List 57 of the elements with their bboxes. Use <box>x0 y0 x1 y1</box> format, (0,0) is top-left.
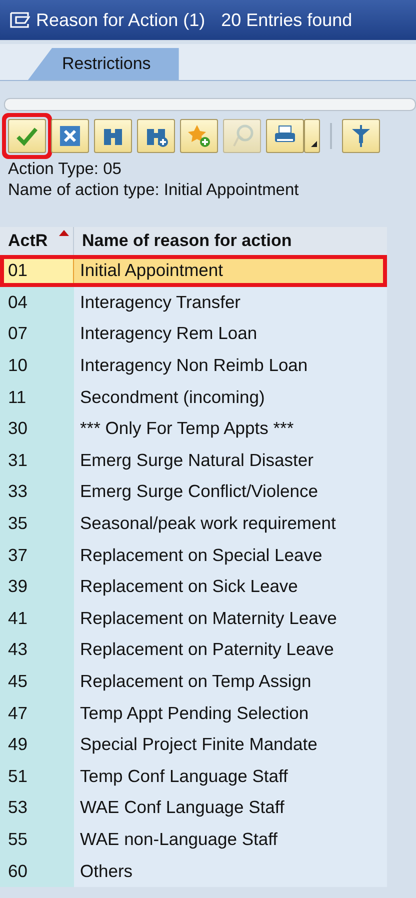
table-cell[interactable]: Temp Appt Pending Selection <box>74 697 387 729</box>
table-cell[interactable]: 47 <box>0 697 74 729</box>
window-icon <box>10 12 30 28</box>
table-cell[interactable]: Interagency Non Reimb Loan <box>74 350 387 382</box>
toolbar-button[interactable] <box>266 119 304 153</box>
table-cell[interactable]: 11 <box>0 381 74 413</box>
toolbar-button[interactable] <box>137 119 175 153</box>
table-cell[interactable]: 37 <box>0 539 74 571</box>
table-cell[interactable]: WAE Conf Language Staff <box>74 792 387 824</box>
table-cell[interactable]: Special Project Finite Mandate <box>74 728 387 760</box>
table-cell[interactable]: Interagency Rem Loan <box>74 318 387 350</box>
table-cell[interactable]: Replacement on Maternity Leave <box>74 602 387 634</box>
table-cell[interactable]: 45 <box>0 666 74 698</box>
table-cell[interactable]: 41 <box>0 602 74 634</box>
table-cell[interactable]: Others <box>74 855 387 887</box>
table-cell[interactable]: *** Only For Temp Appts *** <box>74 412 387 445</box>
table-cell[interactable]: 51 <box>0 760 74 792</box>
table-cell[interactable]: 60 <box>0 855 74 887</box>
table-cell[interactable]: 43 <box>0 634 74 666</box>
toolbar-button[interactable] <box>180 119 218 153</box>
table-cell[interactable]: 10 <box>0 350 74 382</box>
table-cell[interactable]: WAE non-Language Staff <box>74 824 387 856</box>
column-header[interactable]: ActR <box>0 227 74 255</box>
table-cell[interactable]: 39 <box>0 570 74 603</box>
table-cell[interactable]: 31 <box>0 444 74 476</box>
table-cell[interactable]: 55 <box>0 824 74 856</box>
restrictions-tab[interactable]: Restrictions <box>28 48 179 80</box>
table-cell[interactable]: 30 <box>0 412 74 445</box>
table-cell[interactable]: Emerg Surge Natural Disaster <box>74 444 387 476</box>
table-cell[interactable]: Replacement on Temp Assign <box>74 666 387 698</box>
info-text: Name of action type: Initial Appointment <box>8 180 300 201</box>
table-cell[interactable]: Replacement on Special Leave <box>74 539 387 571</box>
close-icon <box>58 124 82 148</box>
sort-icon <box>59 230 69 236</box>
table-cell[interactable]: Replacement on Paternity Leave <box>74 634 387 666</box>
caret-icon <box>311 141 317 147</box>
table-cell[interactable]: 04 <box>0 286 74 318</box>
table-cell[interactable]: Secondment (incoming) <box>74 381 387 413</box>
table-cell[interactable]: Interagency Transfer <box>74 286 387 318</box>
dropdown-button[interactable] <box>304 119 320 153</box>
star-plus-icon <box>187 124 211 148</box>
table-cell[interactable]: 07 <box>0 318 74 350</box>
toolbar-button[interactable] <box>51 119 89 153</box>
window-title: Reason for Action (1) <box>36 10 206 30</box>
table-cell[interactable]: 33 <box>0 476 74 508</box>
table-cell[interactable]: Replacement on Sick Leave <box>74 570 387 603</box>
info-text: Action Type: 05 <box>8 159 122 180</box>
toolbar-button[interactable] <box>342 119 380 153</box>
table-cell[interactable]: 35 <box>0 508 74 540</box>
toolbar-button[interactable] <box>94 119 132 153</box>
table-cell[interactable]: 49 <box>0 728 74 760</box>
table-cell[interactable]: Emerg Surge Conflict/Violence <box>74 476 387 508</box>
table-cell[interactable]: 53 <box>0 792 74 824</box>
table-cell[interactable]: Seasonal/peak work requirement <box>74 508 387 540</box>
table-cell[interactable]: Temp Conf Language Staff <box>74 760 387 792</box>
entries-count: 20 Entries found <box>221 10 352 30</box>
column-header[interactable]: Name of reason for action <box>74 227 387 255</box>
